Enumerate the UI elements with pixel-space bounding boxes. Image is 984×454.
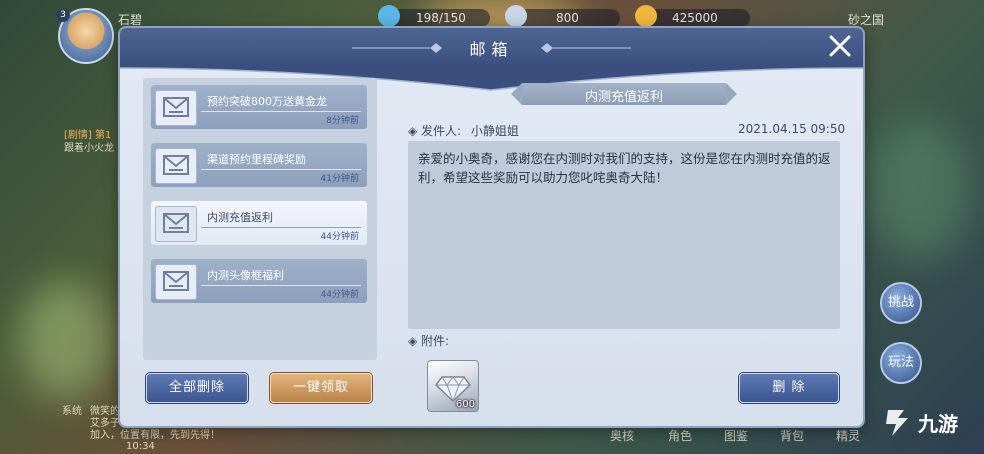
mail-time: 44分钟前 <box>320 290 359 300</box>
sender-name: 小静姐姐 <box>470 124 519 138</box>
mail-body: 亲爱的小奥奇，感谢您在内测时对我们的支持，这份是您在内测时充值的返利，希望这些奖… <box>418 151 831 185</box>
challenge-button[interactable]: 挑战 <box>880 282 922 324</box>
stamina-icon <box>378 5 400 27</box>
background-glow <box>20 280 110 400</box>
stamina-value: 198/150 <box>416 11 466 25</box>
attachment-label: ◈ 附件: <box>408 334 450 348</box>
watermark-logo: 九游 <box>880 402 980 442</box>
tab-codex[interactable]: 图鉴 <box>724 427 748 444</box>
divider <box>201 285 361 286</box>
chat-line-3: 加入，位置有限，先到先得！ <box>90 430 220 441</box>
divider <box>201 227 361 228</box>
envelope-icon <box>155 206 197 242</box>
tab-ao-core[interactable]: 奥核 <box>610 427 634 444</box>
close-icon[interactable] <box>825 31 855 61</box>
delete-button[interactable]: 删 除 <box>739 373 839 403</box>
sender-row: ◈ 发件人: 小静姐姐 <box>408 122 519 139</box>
sender-label: ◈ 发件人: <box>408 124 462 138</box>
clock: 10:34 <box>126 441 155 452</box>
watermark-text: 九游 <box>918 412 958 436</box>
mail-title: 内测充值返利 <box>207 211 273 224</box>
claim-all-button[interactable]: 一键领取 <box>270 373 372 403</box>
attachment-count: 600 <box>455 399 475 410</box>
swirl-icon <box>886 410 908 436</box>
mail-time: 8分钟前 <box>326 116 359 126</box>
subject-banner: 内测充值返利 <box>511 83 737 105</box>
mail-subject: 内测充值返利 <box>584 90 663 105</box>
diamond-icon <box>505 5 527 27</box>
mail-body-box: 亲爱的小奥奇，感谢您在内测时对我们的支持，这份是您在内测时充值的返利，希望这些奖… <box>408 141 840 329</box>
mailbox-dialog: 邮箱 预约突破800万送黄金龙 8分钟前 渠道预约里程碑奖励 41分钟前 内测充… <box>120 28 863 426</box>
player-level-badge: 3 <box>56 8 70 22</box>
mail-date: 2021.04.15 09:50 <box>738 122 846 136</box>
mail-title: 预约突破800万送黄金龙 <box>207 95 327 108</box>
gameplay-button[interactable]: 玩法 <box>880 342 922 384</box>
mail-item[interactable]: 渠道预约里程碑奖励 41分钟前 <box>151 143 367 187</box>
envelope-icon <box>155 264 197 300</box>
attachment-item[interactable]: 600 <box>427 360 479 412</box>
location-name: 砂之国 <box>848 13 885 27</box>
divider <box>201 111 361 112</box>
mail-title: 内测头像框福利 <box>207 269 284 282</box>
mail-title: 渠道预约里程碑奖励 <box>207 153 306 166</box>
tab-character[interactable]: 角色 <box>668 427 692 444</box>
divider <box>201 169 361 170</box>
envelope-icon <box>155 90 197 126</box>
diamond-value: 800 <box>556 11 579 25</box>
mail-list: 预约突破800万送黄金龙 8分钟前 渠道预约里程碑奖励 41分钟前 内测充值返利… <box>143 78 377 360</box>
mail-item-selected[interactable]: 内测充值返利 44分钟前 <box>151 201 367 245</box>
quest-desc: 跟着小火龙 <box>64 143 114 154</box>
delete-all-button[interactable]: 全部删除 <box>146 373 248 403</box>
mail-time: 44分钟前 <box>320 232 359 242</box>
background-glow <box>870 120 970 260</box>
player-name: 石碧 <box>118 13 143 27</box>
tab-bag[interactable]: 背包 <box>780 427 804 444</box>
chat-label: 系统 <box>62 406 82 417</box>
envelope-icon <box>155 148 197 184</box>
mail-time: 41分钟前 <box>320 174 359 184</box>
mail-item[interactable]: 预约突破800万送黄金龙 8分钟前 <box>151 85 367 129</box>
mail-item[interactable]: 内测头像框福利 44分钟前 <box>151 259 367 303</box>
coin-icon <box>635 5 657 27</box>
coin-value: 425000 <box>672 11 718 25</box>
dialog-title: 邮箱 <box>469 40 514 59</box>
tab-spirit[interactable]: 精灵 <box>836 427 860 444</box>
